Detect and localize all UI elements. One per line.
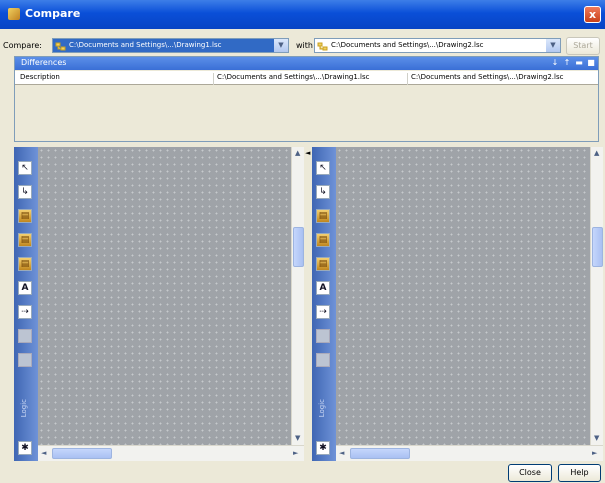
- scroll-up-icon[interactable]: ▲: [594, 149, 599, 157]
- title-bar: Compare x: [0, 0, 605, 29]
- diagram-icon: [55, 42, 66, 51]
- scroll-up-icon[interactable]: ▲: [295, 149, 300, 157]
- chevron-down-icon[interactable]: ▼: [546, 39, 560, 52]
- select-icon[interactable]: ↖: [18, 161, 32, 175]
- help-button[interactable]: Help: [558, 464, 601, 482]
- close-window-button[interactable]: x: [584, 6, 601, 23]
- scroll-right-icon[interactable]: ►: [592, 449, 597, 457]
- right-drawing-pane: ↖ ↳ ▤ ▤ ▤ A ⇢ Logic ✱ ▲ ▼ ◄ ►: [312, 147, 603, 461]
- start-button[interactable]: Start: [566, 37, 600, 55]
- left-horizontal-scrollbar[interactable]: ◄ ►: [38, 445, 304, 461]
- function-block-icon[interactable]: ▤: [18, 257, 32, 271]
- select-icon[interactable]: ↖: [316, 161, 330, 175]
- scroll-down-icon[interactable]: ▼: [594, 434, 599, 442]
- differences-list[interactable]: [15, 86, 598, 141]
- settings-icon[interactable]: ✱: [316, 441, 330, 455]
- dialog-footer: Close Help: [0, 461, 605, 483]
- function-block-icon[interactable]: ▤: [18, 209, 32, 223]
- differences-header-icons: ↓ ↑ ▬ ■: [548, 58, 596, 68]
- text-icon[interactable]: A: [18, 281, 32, 295]
- grey-block-icon[interactable]: [18, 353, 32, 367]
- window-title: Compare: [25, 7, 81, 20]
- scroll-left-icon[interactable]: ◄: [41, 449, 46, 457]
- differences-header: Differences ↓ ↑ ▬ ■: [15, 57, 598, 70]
- function-block-icon[interactable]: ▤: [316, 209, 330, 223]
- palette-label: Logic: [20, 399, 28, 418]
- pane-splitter[interactable]: ◄: [304, 147, 312, 461]
- scroll-thumb[interactable]: [293, 227, 304, 267]
- app-icon: [8, 8, 20, 20]
- grey-block-icon[interactable]: [316, 353, 330, 367]
- differences-panel: Differences ↓ ↑ ▬ ■ Description C:\Document…: [14, 56, 599, 142]
- function-block-icon[interactable]: ▤: [316, 257, 330, 271]
- with-label: with: [296, 41, 313, 50]
- palette-label: Logic: [318, 399, 326, 418]
- collapse-arrow-icon[interactable]: ◄: [305, 149, 310, 157]
- maximize-icon[interactable]: ■: [586, 58, 596, 68]
- scroll-thumb[interactable]: [350, 448, 410, 459]
- right-tool-palette: ↖ ↳ ▤ ▤ ▤ A ⇢ Logic ✱: [312, 147, 336, 461]
- scroll-right-icon[interactable]: ►: [293, 449, 298, 457]
- compare-label: Compare:: [3, 41, 42, 50]
- compare-toolbar: Compare: C:\Documents and Settings\...\D…: [0, 29, 605, 57]
- scroll-thumb[interactable]: [52, 448, 112, 459]
- link-icon[interactable]: ⇢: [316, 305, 330, 319]
- link-icon[interactable]: ⇢: [18, 305, 32, 319]
- scroll-thumb[interactable]: [592, 227, 603, 267]
- function-block-icon[interactable]: ▤: [18, 233, 32, 247]
- left-tool-palette: ↖ ↳ ▤ ▤ ▤ A ⇢ Logic ✱: [14, 147, 38, 461]
- left-canvas[interactable]: [38, 147, 291, 445]
- connector-icon[interactable]: ↳: [18, 185, 32, 199]
- right-file-path: C:\Documents and Settings\...\Drawing2.l…: [331, 41, 484, 49]
- right-canvas[interactable]: [336, 147, 590, 445]
- settings-icon[interactable]: ✱: [18, 441, 32, 455]
- arrow-down-icon[interactable]: ↓: [550, 58, 560, 68]
- close-button[interactable]: Close: [508, 464, 552, 482]
- left-vertical-scrollbar[interactable]: ▲ ▼: [291, 147, 304, 445]
- scroll-down-icon[interactable]: ▼: [295, 434, 300, 442]
- column-description[interactable]: Description: [17, 73, 213, 85]
- scroll-left-icon[interactable]: ◄: [339, 449, 344, 457]
- left-file-path: C:\Documents and Settings\...\Drawing1.l…: [69, 41, 222, 49]
- left-drawing-pane: ↖ ↳ ▤ ▤ ▤ A ⇢ Logic ✱ ▲ ▼ ◄ ►: [14, 147, 304, 461]
- left-file-combo[interactable]: C:\Documents and Settings\...\Drawing1.l…: [52, 38, 289, 53]
- function-block-icon[interactable]: ▤: [316, 233, 330, 247]
- arrow-up-icon[interactable]: ↑: [562, 58, 572, 68]
- grey-block-icon[interactable]: [316, 329, 330, 343]
- text-icon[interactable]: A: [316, 281, 330, 295]
- differences-column-header: Description C:\Documents and Settings\..…: [15, 71, 598, 85]
- grey-block-icon[interactable]: [18, 329, 32, 343]
- restore-icon[interactable]: ▬: [574, 58, 584, 68]
- column-right-file[interactable]: C:\Documents and Settings\...\Drawing2.l…: [407, 73, 597, 85]
- right-horizontal-scrollbar[interactable]: ◄ ►: [336, 445, 603, 461]
- column-left-file[interactable]: C:\Documents and Settings\...\Drawing1.l…: [213, 73, 407, 85]
- chevron-down-icon[interactable]: ▼: [274, 39, 288, 52]
- diagram-icon: [317, 42, 328, 51]
- differences-title: Differences: [21, 58, 67, 67]
- right-file-combo[interactable]: C:\Documents and Settings\...\Drawing2.l…: [314, 38, 561, 53]
- connector-icon[interactable]: ↳: [316, 185, 330, 199]
- right-vertical-scrollbar[interactable]: ▲ ▼: [590, 147, 603, 445]
